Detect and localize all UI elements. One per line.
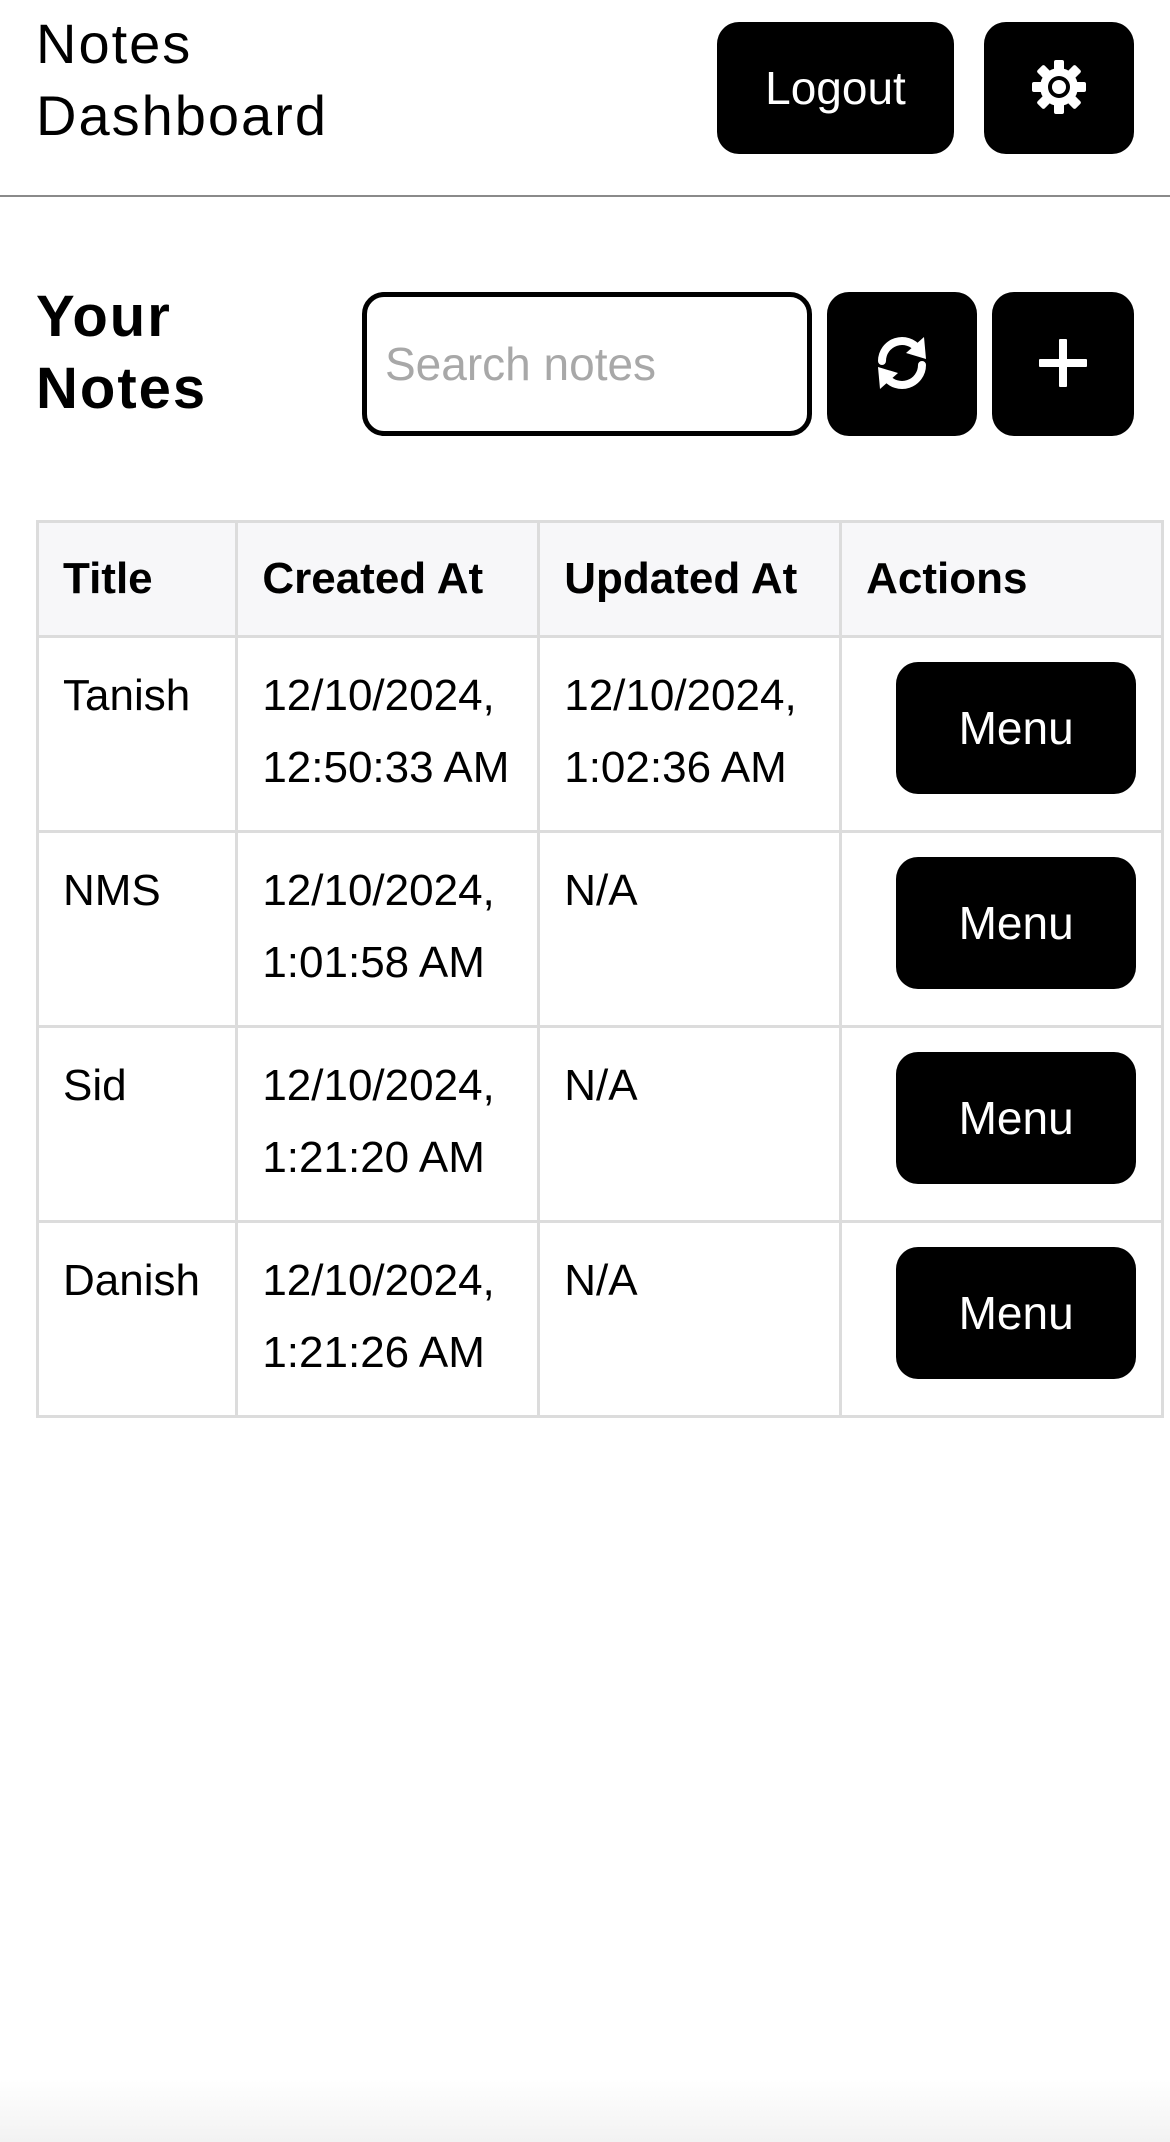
logout-button[interactable]: Logout (717, 22, 954, 154)
add-note-button[interactable] (992, 292, 1134, 436)
note-title: NMS (35, 830, 239, 1028)
note-created-at: 12/10/2024, 1:21:20 AM (235, 1025, 541, 1223)
note-actions: Menu (839, 830, 1164, 1028)
note-updated-at: 12/10/2024, 1:02:36 AM (537, 635, 843, 833)
menu-button[interactable]: Menu (896, 1247, 1137, 1379)
notes-table: Title Created At Updated At Actions Tani… (35, 520, 1164, 1418)
column-header-created-at: Created At (235, 520, 541, 638)
table-header-row: Title Created At Updated At Actions (35, 520, 1164, 638)
note-updated-at: N/A (537, 1220, 843, 1418)
table-row: NMS 12/10/2024, 1:01:58 AM N/A Menu (35, 830, 1164, 1028)
refresh-icon (870, 331, 934, 398)
note-title: Danish (35, 1220, 239, 1418)
note-created-at: 12/10/2024, 1:21:26 AM (235, 1220, 541, 1418)
column-header-actions: Actions (839, 520, 1164, 638)
table-row: Tanish 12/10/2024, 12:50:33 AM 12/10/202… (35, 635, 1164, 833)
search-input[interactable] (362, 292, 812, 436)
note-actions: Menu (839, 1220, 1164, 1418)
plus-icon (1035, 335, 1091, 394)
menu-button[interactable]: Menu (896, 1052, 1137, 1184)
settings-button[interactable] (984, 22, 1134, 154)
section-title: Your Notes (36, 284, 208, 421)
note-actions: Menu (839, 635, 1164, 833)
note-title: Tanish (35, 635, 239, 833)
note-actions: Menu (839, 1025, 1164, 1223)
note-updated-at: N/A (537, 830, 843, 1028)
bottom-shade (0, 2080, 1170, 2142)
note-updated-at: N/A (537, 1025, 843, 1223)
table-row: Sid 12/10/2024, 1:21:20 AM N/A Menu (35, 1025, 1164, 1223)
column-header-updated-at: Updated At (537, 520, 843, 638)
gear-icon (1028, 56, 1090, 121)
note-title: Sid (35, 1025, 239, 1223)
table-row: Danish 12/10/2024, 1:21:26 AM N/A Menu (35, 1220, 1164, 1418)
note-created-at: 12/10/2024, 1:01:58 AM (235, 830, 541, 1028)
app-title: Notes Dashboard (36, 12, 328, 147)
refresh-button[interactable] (827, 292, 977, 436)
top-header: Notes Dashboard Logout (0, 0, 1170, 197)
note-created-at: 12/10/2024, 12:50:33 AM (235, 635, 541, 833)
column-header-title: Title (35, 520, 239, 638)
menu-button[interactable]: Menu (896, 857, 1137, 989)
menu-button[interactable]: Menu (896, 662, 1137, 794)
